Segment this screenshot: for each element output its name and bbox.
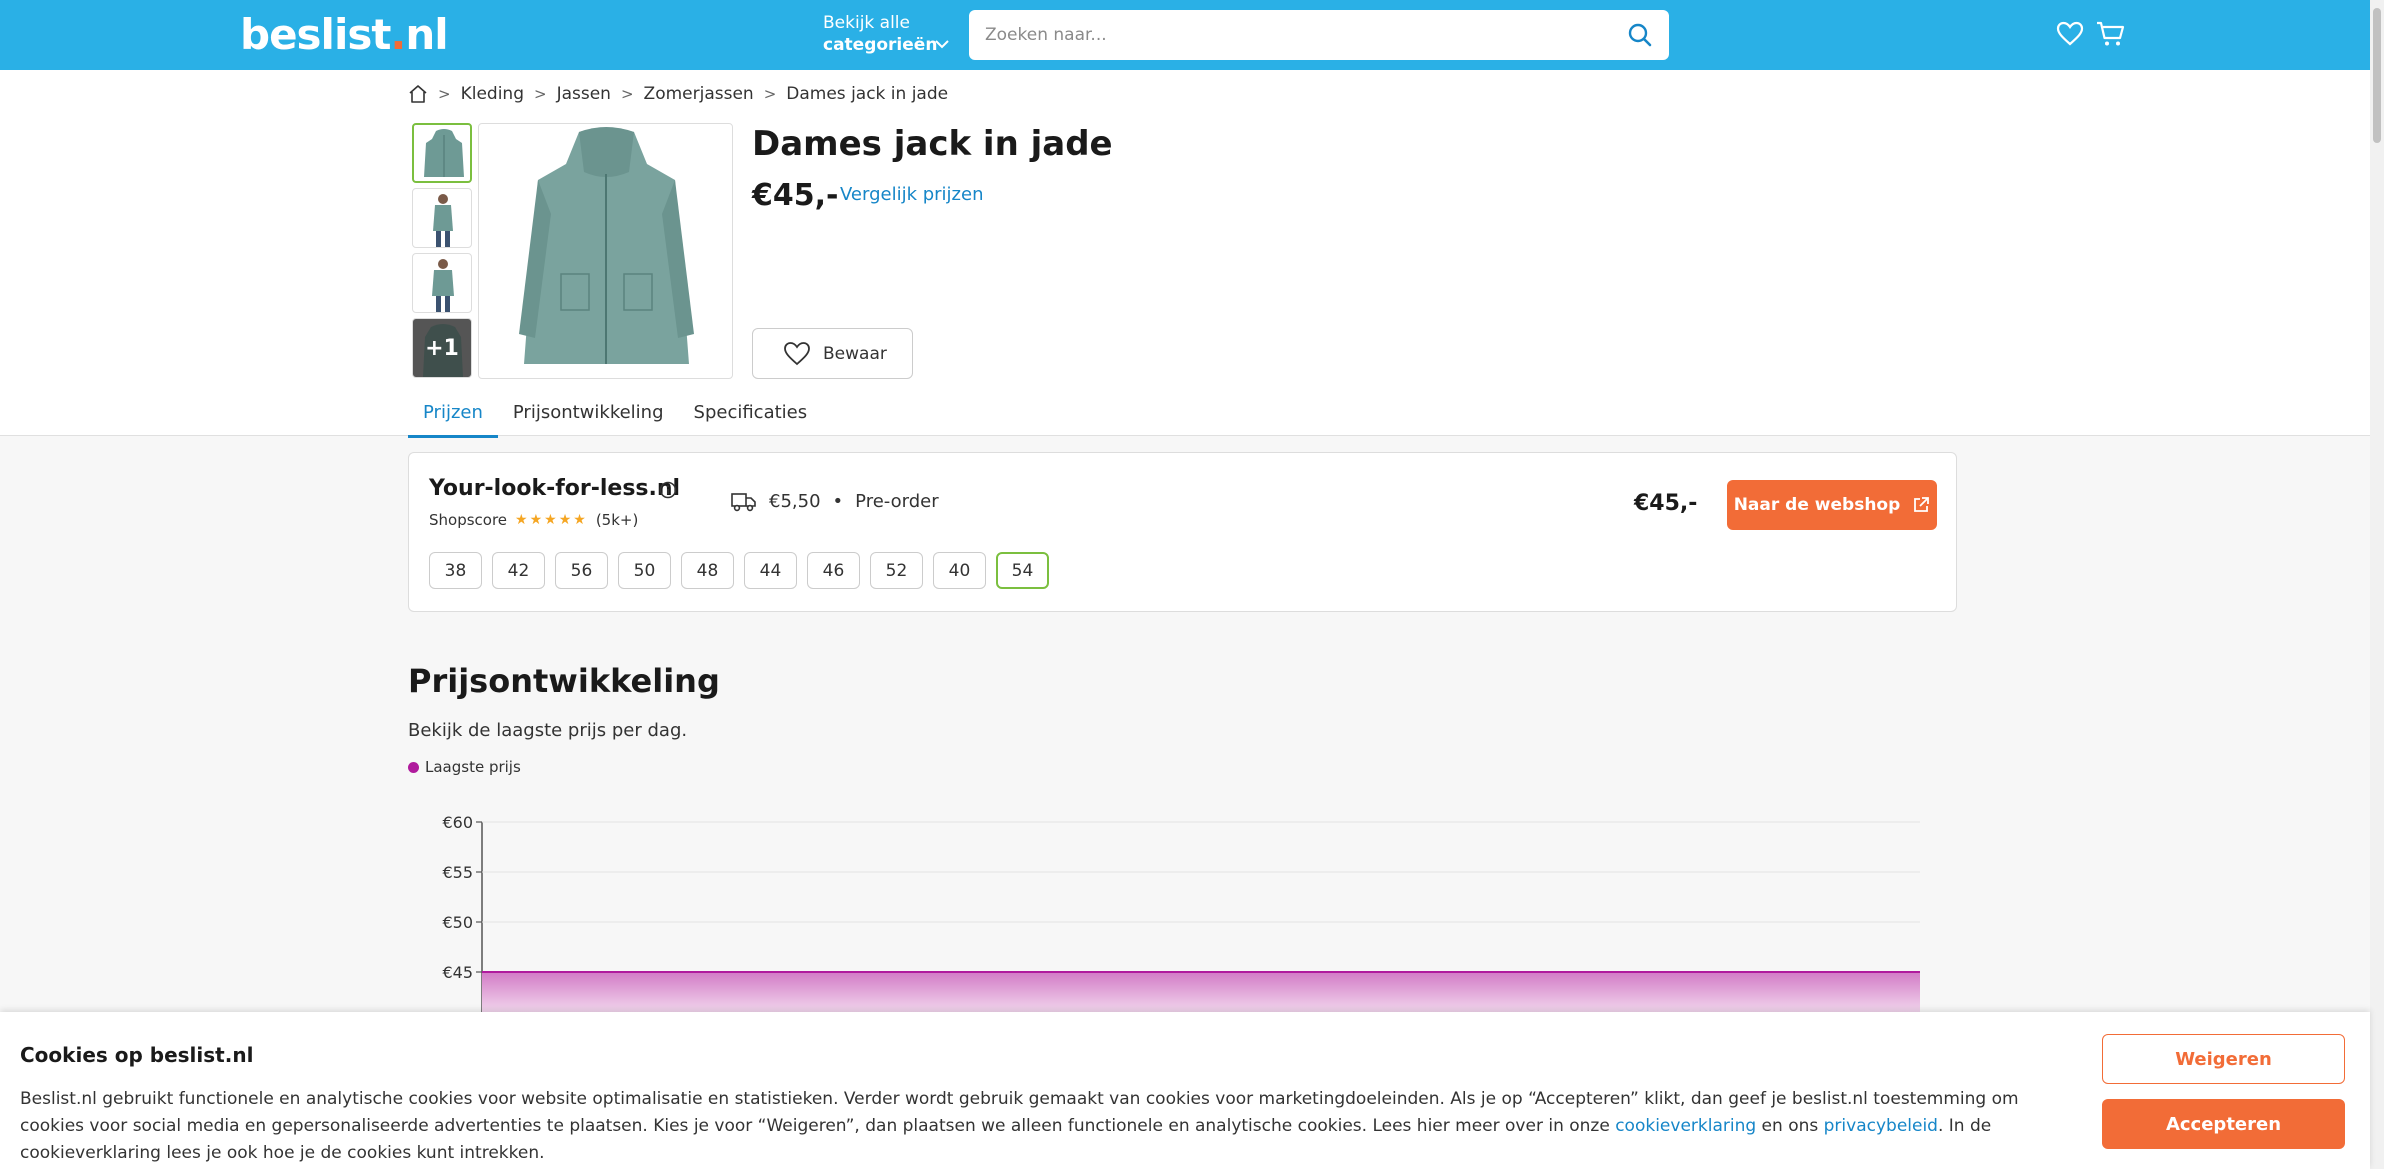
size-option-selected[interactable]: 54 xyxy=(996,552,1049,589)
search-icon[interactable] xyxy=(1627,22,1653,48)
breadcrumb-item[interactable]: Kleding xyxy=(461,84,524,104)
size-option[interactable]: 56 xyxy=(555,552,608,589)
breadcrumb-item[interactable]: Zomerjassen xyxy=(644,84,754,104)
external-link-icon xyxy=(1914,497,1930,512)
breadcrumb-item[interactable]: Jassen xyxy=(557,84,611,104)
privacy-policy-link[interactable]: privacybeleid xyxy=(1824,1116,1938,1136)
size-option[interactable]: 48 xyxy=(681,552,734,589)
size-option[interactable]: 44 xyxy=(744,552,797,589)
product-title: Dames jack in jade xyxy=(752,124,1113,164)
heart-icon[interactable] xyxy=(2056,20,2084,48)
review-count: (5k+) xyxy=(595,511,639,529)
legend-dot-icon xyxy=(408,761,419,773)
shop-name[interactable]: Your-look-for-less.nl xyxy=(429,476,680,501)
thumbnail-1[interactable] xyxy=(412,123,472,183)
categories-label-line1: Bekijk alle xyxy=(823,13,910,33)
main-product-image[interactable] xyxy=(478,123,733,379)
breadcrumb-separator: > xyxy=(763,85,777,103)
offer-price: €45,- xyxy=(1634,491,1698,516)
size-option[interactable]: 42 xyxy=(492,552,545,589)
to-webshop-label: Naar de webshop xyxy=(1733,495,1901,515)
chart-y-tick-label: €45 xyxy=(442,963,473,982)
legend-label: Laagste prijs xyxy=(425,758,521,776)
shipping-info: €5,50 • Pre-order xyxy=(731,491,939,512)
size-option[interactable]: 52 xyxy=(870,552,923,589)
compare-prices-link[interactable]: Vergelijk prijzen xyxy=(840,184,983,205)
cookie-text: Beslist.nl gebruikt functionele en analy… xyxy=(20,1089,2019,1163)
cart-icon[interactable] xyxy=(2096,20,2126,48)
size-option[interactable]: 46 xyxy=(807,552,860,589)
chart-y-tick-label: €60 xyxy=(442,813,473,832)
reject-cookies-button[interactable]: Weigeren xyxy=(2102,1034,2345,1084)
all-categories-button[interactable]: Bekijk alle categorieën xyxy=(823,12,949,56)
beslist-logo[interactable]: beslist.nl xyxy=(240,10,449,59)
shop-score: Shopscore ★★★★★ (5k+) xyxy=(429,511,638,529)
availability-status: Pre-order xyxy=(855,491,939,512)
shopscore-label: Shopscore xyxy=(429,511,508,529)
accept-cookies-button[interactable]: Accepteren xyxy=(2102,1099,2345,1149)
breadcrumb-separator: > xyxy=(438,85,451,103)
thumbnail-2[interactable] xyxy=(412,188,472,248)
size-option[interactable]: 50 xyxy=(618,552,671,589)
info-icon[interactable] xyxy=(659,481,677,499)
save-label: Bewaar xyxy=(823,343,887,364)
tab-specificaties[interactable]: Specificaties xyxy=(679,396,823,438)
truck-icon xyxy=(731,492,756,511)
chart-legend: Laagste prijs xyxy=(408,758,521,776)
price-history-title: Prijsontwikkeling xyxy=(408,662,720,700)
scrollbar-thumb[interactable] xyxy=(2373,8,2381,143)
top-header: beslist.nl Bekijk alle categorieën xyxy=(0,0,2384,70)
breadcrumb: > Kleding > Jassen > Zomerjassen > Dames… xyxy=(408,82,948,106)
price-history-chart: €60 €55 €50 €45 xyxy=(442,813,1920,1020)
breadcrumb-current: Dames jack in jade xyxy=(786,84,949,104)
size-option[interactable]: 38 xyxy=(429,552,482,589)
categories-label-line2: categorieën xyxy=(823,35,938,55)
chart-y-tick-label: €50 xyxy=(442,913,473,932)
thumbnail-list: +1 xyxy=(412,123,472,383)
cookie-policy-link[interactable]: cookieverklaring xyxy=(1615,1116,1756,1136)
search-bar xyxy=(969,10,1669,60)
cookie-title: Cookies op beslist.nl xyxy=(20,1043,254,1067)
bullet-separator: • xyxy=(832,491,844,512)
tab-prijzen[interactable]: Prijzen xyxy=(408,396,498,438)
shipping-cost: €5,50 xyxy=(769,491,821,512)
size-option[interactable]: 40 xyxy=(933,552,986,589)
cookie-banner: Cookies op beslist.nl Beslist.nl gebruik… xyxy=(0,1012,2370,1169)
rating-stars-icon: ★★★★★ xyxy=(515,512,588,528)
size-options: 38 42 56 50 48 44 46 52 40 54 xyxy=(429,552,1059,589)
thumbnail-3[interactable] xyxy=(412,253,472,313)
tab-prijsontwikkeling[interactable]: Prijsontwikkeling xyxy=(498,396,679,438)
product-header-section xyxy=(0,70,2370,436)
breadcrumb-separator: > xyxy=(620,85,634,103)
heart-icon xyxy=(784,341,810,365)
chevron-down-icon xyxy=(935,40,949,49)
home-icon[interactable] xyxy=(408,84,428,104)
thumbnail-more[interactable]: +1 xyxy=(412,318,472,378)
more-images-count: +1 xyxy=(425,335,459,361)
breadcrumb-separator: > xyxy=(534,85,547,103)
product-tabs: Prijzen Prijsontwikkeling Specificaties xyxy=(408,396,822,438)
product-price: €45,- xyxy=(752,178,839,213)
price-history-subtitle: Bekijk de laagste prijs per dag. xyxy=(408,720,688,741)
to-webshop-button[interactable]: Naar de webshop xyxy=(1727,480,1937,530)
chart-y-tick-label: €55 xyxy=(442,863,473,882)
page-scrollbar[interactable] xyxy=(2370,0,2384,1169)
offer-card: Your-look-for-less.nl Shopscore ★★★★★ (5… xyxy=(408,452,1957,612)
save-button[interactable]: Bewaar xyxy=(752,328,913,379)
search-input[interactable] xyxy=(985,22,1585,48)
